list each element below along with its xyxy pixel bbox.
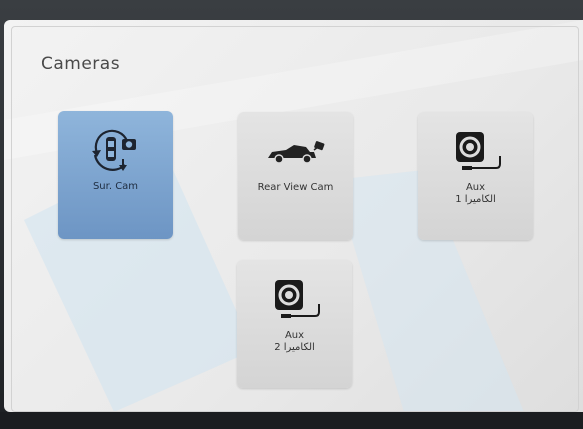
tile-label: Aux (465, 182, 486, 193)
tile-surround-camera[interactable]: Sur. Cam (58, 111, 173, 239)
tile-label: Aux (284, 330, 305, 341)
tile-label: Sur. Cam (92, 181, 139, 192)
rear-view-car-icon (238, 130, 353, 176)
tile-aux-camera-1[interactable]: Aux الكاميرا 1 (418, 112, 533, 240)
tile-label: Rear View Cam (257, 182, 334, 193)
page-title: Cameras (41, 54, 121, 74)
tile-aux-camera-2[interactable]: Aux الكاميرا 2 (237, 260, 352, 388)
aux-camera-icon (237, 278, 352, 324)
tile-sublabel: الكاميرا 2 (274, 342, 315, 353)
infotainment-screen: Cameras Sur. Cam Rear View Cam Aux الكام… (4, 20, 583, 412)
tile-rear-view-camera[interactable]: Rear View Cam (238, 112, 353, 240)
surround-camera-icon (58, 129, 173, 175)
aux-camera-icon (418, 130, 533, 176)
bottom-bezel (0, 412, 583, 429)
tile-sublabel: الكاميرا 1 (455, 194, 496, 205)
